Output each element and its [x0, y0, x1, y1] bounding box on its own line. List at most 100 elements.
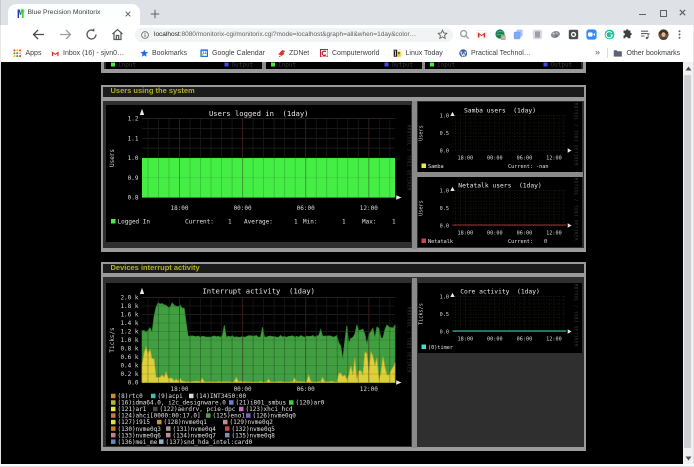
y-tick-label: 0.4 k — [120, 362, 138, 369]
legend-swatch — [246, 413, 251, 418]
bookmark-item-inbox-16-sjvn0[interactable]: Inbox (16) - sjvn0… — [51, 49, 125, 58]
back-button[interactable] — [31, 27, 46, 42]
dark-camera-icon[interactable] — [568, 29, 579, 40]
url-path: :8080/monitorix-cgi/monitorix.cgi?mode=l… — [180, 31, 416, 38]
zoom-icon[interactable] — [586, 29, 597, 40]
legend-swatch-output — [225, 63, 229, 67]
menu-dots-icon[interactable] — [674, 29, 685, 40]
y-tick-label: 1.0 — [127, 155, 138, 162]
rrdtool-signature: RRDTOOL / TOBI OETIKER — [406, 125, 411, 191]
bookmark-item-apps[interactable]: Apps — [13, 49, 41, 58]
other-bookmarks-button[interactable]: Other bookmarks — [613, 49, 680, 58]
x-tick-label: 18:00 — [170, 386, 188, 393]
graph-title: Netatalk users (1day) — [458, 182, 541, 189]
legend-swatch — [223, 419, 228, 424]
legend-swatch — [111, 406, 116, 411]
green-globe-icon[interactable] — [495, 29, 506, 40]
overflow-chevron-icon: » — [595, 47, 600, 57]
tab-close-icon[interactable] — [123, 9, 133, 19]
y-tick-label: 2.0 k — [120, 294, 138, 301]
gmail-icon[interactable] — [476, 29, 487, 40]
grid — [452, 296, 566, 331]
legend-swatch — [111, 432, 116, 437]
port-graph-cutoff[interactable]: InputOutput — [425, 62, 581, 69]
legend-swatch — [151, 393, 156, 398]
legend-swatch — [229, 400, 234, 405]
port-graph-legend: InputOutput — [266, 62, 422, 69]
close-window-button[interactable] — [677, 7, 688, 18]
graph-samba-users[interactable]: Samba users (1day)Users0.00.51.018:0000:… — [418, 102, 582, 172]
y-tick-label: 1.2 k — [120, 328, 138, 335]
port-graph-cutoff[interactable]: InputOutput — [106, 62, 262, 69]
legend-swatch — [421, 344, 426, 349]
palette-icon[interactable] — [550, 29, 561, 40]
scrollbar-thumb[interactable] — [684, 75, 691, 448]
reload-button[interactable] — [84, 27, 99, 42]
legend-swatch — [166, 426, 171, 431]
legend-swatch — [111, 393, 116, 398]
bookmark-item-zdnet[interactable]: ZDNet — [277, 49, 310, 58]
bookmark-item-google-calendar[interactable]: 31Google Calendar — [200, 49, 265, 58]
y-tick-label: 1.6 k — [120, 311, 138, 318]
home-button[interactable] — [110, 27, 125, 42]
legend-value: -nan — [536, 164, 549, 170]
graph-core-activity[interactable]: Core activity (1day)Ticks/s0.00.51.018:0… — [418, 283, 582, 353]
y-tick-label: 1.2 — [127, 116, 138, 123]
y-tick-label: 0.0 — [127, 379, 138, 386]
page-info-icon[interactable] — [141, 31, 149, 39]
x-axis-arrow-icon — [396, 380, 401, 384]
legend-label: (120)ar0 — [295, 399, 324, 406]
monitorix-favicon-icon: M — [15, 8, 26, 19]
legend-swatch — [225, 432, 230, 437]
legend-label-input: Input — [118, 62, 136, 69]
bookmark-item-linux-today[interactable]: Linux Today — [393, 49, 443, 58]
bookmark-star-icon[interactable] — [437, 29, 448, 40]
legend-swatch — [111, 426, 116, 431]
puzzle-extensions-icon[interactable] — [622, 29, 633, 40]
tab-monitorix[interactable]: M Blue Precision Monitorix — [8, 4, 140, 26]
gray-square-icon[interactable] — [532, 29, 543, 40]
rrdtool-signature: RRDTOOL / TOBI OETIKER — [573, 177, 578, 241]
forward-button[interactable] — [58, 27, 73, 42]
page-viewport: InputOutputInputOutputInputOutputUsers u… — [1, 62, 693, 464]
port-graph-cutoff[interactable]: InputOutput — [266, 62, 422, 69]
minimize-button[interactable] — [637, 7, 648, 18]
y-axis-arrow-icon — [450, 186, 454, 190]
y-tick-label: 1.0 — [439, 188, 448, 194]
legend-label: Samba — [428, 164, 444, 170]
playlist-icon[interactable] — [640, 29, 651, 40]
scroll-up-button[interactable] — [683, 62, 693, 75]
profile-avatar[interactable] — [658, 29, 669, 40]
graph-ylabel: Ticks/s — [418, 303, 424, 325]
grammarly-icon[interactable] — [604, 29, 615, 40]
y-tick-label: 0.5 — [439, 312, 448, 318]
maximize-button[interactable] — [657, 7, 668, 18]
x-tick-label: 12:00 — [546, 156, 562, 162]
copy-pages-icon[interactable] — [513, 29, 524, 40]
url-host: localhost — [154, 31, 180, 38]
monitorix-page: InputOutputInputOutputInputOutputUsers u… — [0, 62, 694, 464]
bookmark-item-bookmarks[interactable]: Bookmarks — [140, 49, 188, 58]
apps-grid-icon — [13, 49, 22, 58]
scroll-down-button[interactable] — [683, 451, 693, 464]
legend-swatch — [153, 406, 158, 411]
y-tick-label: 0.0 — [439, 223, 448, 229]
graph-users-logged-in[interactable]: Users logged in (1day)Users0.80.91.01.11… — [106, 105, 412, 242]
legend-swatch — [166, 432, 171, 437]
vertical-scrollbar[interactable] — [683, 62, 693, 464]
new-tab-button[interactable] — [149, 8, 161, 20]
address-bar[interactable]: localhost:8080/monitorix-cgi/monitorix.c… — [135, 28, 453, 42]
graph-netatalk-users[interactable]: Netatalk users (1day)Users0.00.51.018:00… — [418, 177, 582, 247]
bookmarks-overflow-chevron[interactable]: » — [595, 47, 600, 56]
x-tick-label: 00:00 — [233, 205, 251, 212]
graph-interrupt-activity[interactable]: Interrupt activity (1day)Ticks/s0.00.2 k… — [106, 283, 412, 446]
legend-value: 0 — [544, 238, 547, 244]
folder-icon — [613, 49, 623, 58]
bookmark-item-practical-technol[interactable]: Practical Technol… — [459, 49, 531, 58]
bookmark-label: Bookmarks — [152, 50, 187, 57]
bookmark-label: Google Calendar — [212, 50, 265, 57]
search-icon[interactable] — [459, 29, 470, 40]
bookmark-item-computerworld[interactable]: Computerworld — [320, 49, 380, 58]
graph-title: Interrupt activity (1day) — [202, 286, 315, 295]
url-text[interactable]: localhost:8080/monitorix-cgi/monitorix.c… — [154, 31, 446, 40]
